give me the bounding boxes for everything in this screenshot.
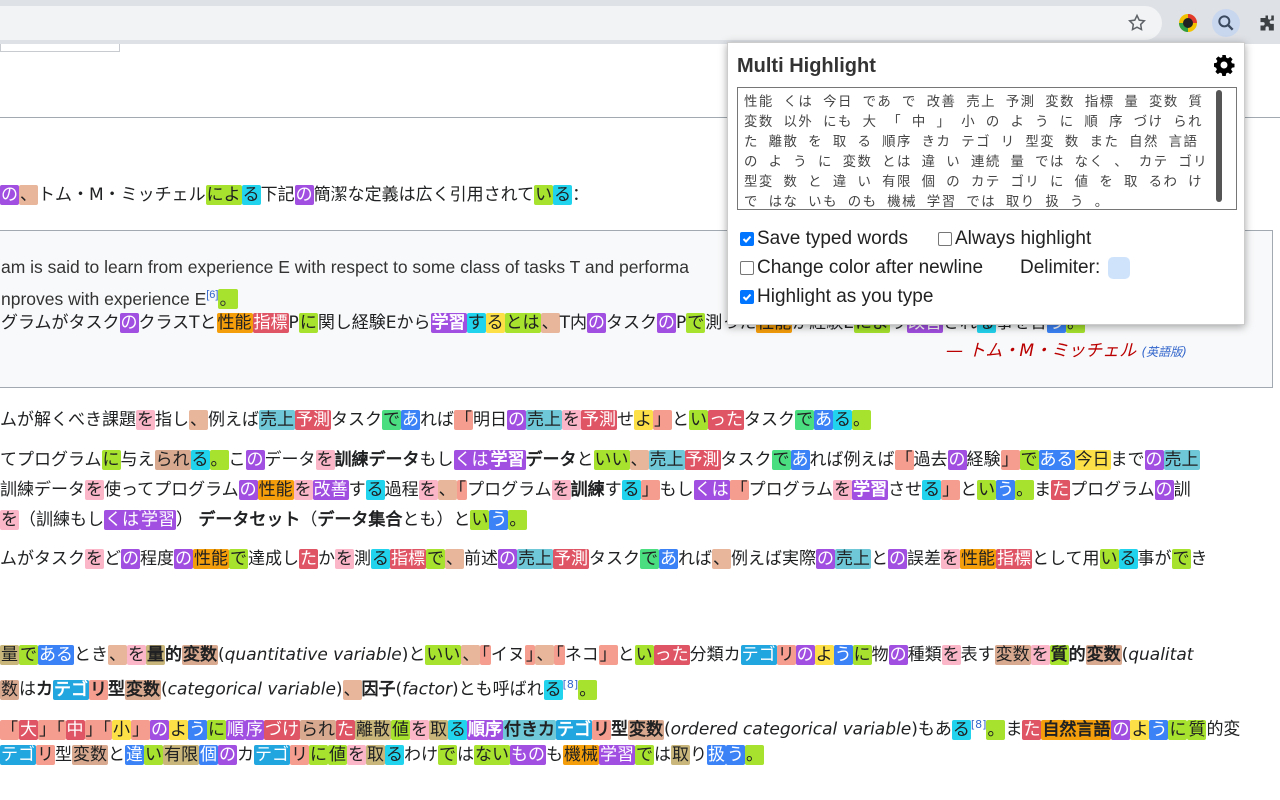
paragraph-line-9: 「大」「中」「小」のように順序づけ られた離散値を取る順序 付きカ テゴ リ型変数(or… (0, 718, 1241, 740)
paragraph-line-6: ムがタスクをどの程度の 性能 で達成したかを測る 指標で、前述の 売上 予測タスクで あれば… (0, 549, 1208, 569)
change-color-checkbox[interactable] (740, 261, 754, 275)
citation-link[interactable]: [8] (563, 678, 579, 691)
highlight-as-you-type-checkbox[interactable] (740, 290, 754, 304)
english-version-link[interactable]: (英語版) (1141, 345, 1186, 359)
paragraph-line-3: てプログラムに与えられる。このデータを訓練データもしくは 学習データといい、売上予… (0, 450, 1200, 470)
gear-icon[interactable] (1212, 53, 1236, 77)
always-highlight-option[interactable]: Always highlight (938, 228, 1091, 250)
always-highlight-label: Always highlight (955, 228, 1092, 249)
hl-niyo: によ (205, 185, 242, 205)
quote-en-line-1: am is said to learn from experience E wi… (1, 257, 689, 277)
hl-ru: る (553, 185, 573, 205)
citation-link[interactable]: [6] (206, 289, 218, 301)
text: nproves with experience E (1, 288, 207, 309)
highlight-words-textarea[interactable]: 性能 くは 今日 であ で 改善 売上 予測 変数 指標 量 変数 質 変数 以… (737, 87, 1237, 210)
hl-period: 。 (218, 288, 238, 309)
delimiter-input[interactable] (1108, 257, 1131, 279)
textarea-scrollbar[interactable] (1216, 90, 1222, 202)
save-typed-words-label: Save typed words (757, 228, 909, 249)
paragraph-line-4: 訓練データを使ってプログラムの 性能を改善する過程を、「プログラムを訓練する 」もし… (0, 480, 1191, 500)
delimiter-option: Delimiter: (1020, 257, 1131, 279)
save-typed-words-checkbox[interactable] (740, 232, 754, 246)
author-link[interactable]: — トム・M・ミッチェル (946, 341, 1136, 361)
browser-toolbar (0, 0, 1280, 44)
text: ： (572, 185, 590, 205)
bookmark-star-icon[interactable] (1123, 9, 1151, 37)
change-color-option[interactable]: Change color after newline (740, 257, 983, 279)
tab-fragment (0, 44, 120, 52)
quote-en-line-2: nproves with experience E[6]。 (1, 283, 238, 311)
highlight-as-you-type-label: Highlight as you type (757, 286, 934, 307)
paragraph-line-5: を（訓練もしくは 学習） データセット（データ集合とも）という。 (0, 510, 528, 530)
hl-no: の (294, 185, 314, 205)
extension-colorful-icon[interactable] (1174, 9, 1202, 37)
paragraph-line-1: の、トム・M・ミッチェルによ る下記の簡潔な定義は広く引用されてい る： (0, 183, 589, 207)
text: 簡潔な定義は広く引用されて (313, 185, 535, 205)
quote-attribution[interactable]: — トム・M・ミッチェル (英語版) (946, 339, 1187, 364)
text: トム・M・ミッチェル (38, 185, 206, 205)
change-color-label: Change color after newline (757, 257, 984, 278)
hl-no: の (0, 185, 19, 205)
always-highlight-checkbox[interactable] (938, 232, 952, 246)
paragraph-line-2: ムが解くべき課題を指し、例えば売上 予測タスクで あれば「明日の 売上を予測せよ 」とい… (0, 410, 871, 430)
delimiter-label: Delimiter: (1020, 257, 1101, 278)
paragraph-line-10: テゴ リ型変数と違い有限個のカテゴリに値を取るわけではない ものも機械 学習 では取り扱… (0, 745, 764, 765)
highlight-as-you-type-option[interactable]: Highlight as you type (740, 286, 933, 308)
text: 下記 (260, 185, 295, 205)
hl-ru: る (241, 185, 261, 205)
hl-i: い (534, 185, 554, 205)
save-typed-words-option[interactable]: Save typed words (740, 228, 908, 250)
multi-highlight-popup: Multi Highlight 性能 くは 今日 であ で 改善 売上 予測 変… (727, 42, 1245, 325)
citation-link[interactable]: [8] (971, 718, 987, 731)
address-bar[interactable] (0, 6, 1162, 40)
popup-title: Multi Highlight (737, 55, 876, 77)
extensions-puzzle-icon[interactable] (1254, 9, 1280, 37)
multi-highlight-search-icon[interactable] (1212, 9, 1240, 37)
paragraph-line-8: 数はカテゴ リ型変数(categorical variable)、因子(facto… (0, 678, 598, 700)
hl-comma: 、 (19, 185, 38, 205)
paragraph-line-7: 量であるとき、を量的変数(quantitative variable)といい、「… (0, 645, 1194, 665)
